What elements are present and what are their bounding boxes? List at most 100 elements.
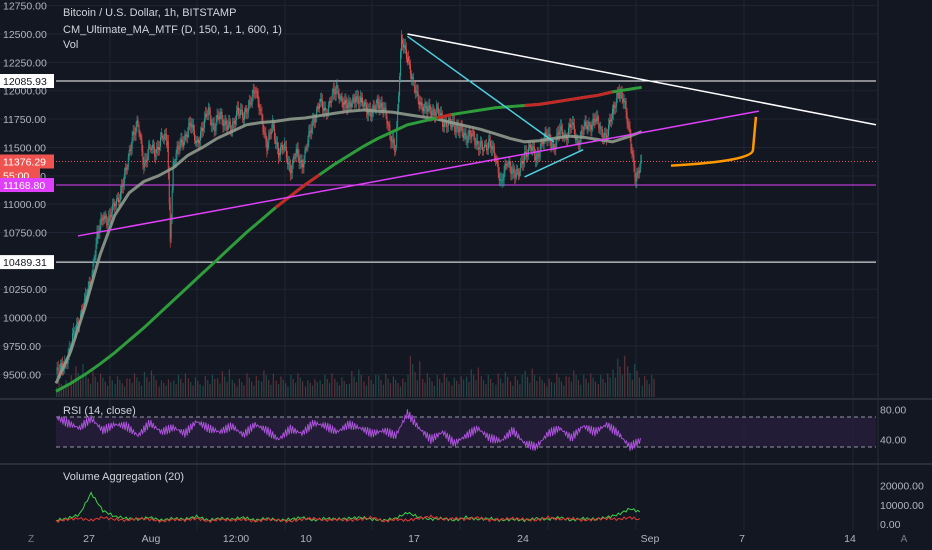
candle-body xyxy=(242,110,243,118)
volume-bar xyxy=(490,378,492,397)
candle-body xyxy=(402,39,403,44)
volume-bar xyxy=(143,372,146,397)
volume-bar xyxy=(167,379,170,397)
candle-body xyxy=(281,145,282,147)
volume-bar xyxy=(348,383,351,397)
candle-body xyxy=(345,99,347,104)
volume-bar xyxy=(319,380,321,397)
ma-indicator-label[interactable]: CM_Ultimate_MA_MTF (D, 150, 1, 1, 600, 1… xyxy=(63,24,282,37)
candle-body xyxy=(379,105,381,109)
candle-body xyxy=(207,107,209,116)
candle-body xyxy=(96,232,98,244)
volume-bar xyxy=(231,379,233,397)
volume-label[interactable]: Vol xyxy=(63,39,78,52)
candle-body xyxy=(364,102,365,107)
candle-body xyxy=(584,121,586,127)
candle-body xyxy=(266,141,268,151)
candle-body xyxy=(210,119,212,126)
candle-body xyxy=(127,157,129,168)
candle-body xyxy=(472,130,474,132)
candle-body xyxy=(248,100,250,105)
volume-bar xyxy=(360,374,362,397)
candle-body xyxy=(159,146,160,151)
candle-body xyxy=(234,120,236,125)
volume-bar xyxy=(136,377,138,397)
candle-body xyxy=(320,98,321,103)
candle-body xyxy=(596,116,598,122)
candle-body xyxy=(202,127,204,131)
volume-bar xyxy=(224,376,226,397)
y-tick-label: 12250.00 xyxy=(3,57,47,69)
candle-body xyxy=(58,370,60,372)
candle-body xyxy=(193,125,195,131)
volume-bar xyxy=(82,364,84,397)
timezone-icon[interactable]: Z xyxy=(28,534,34,545)
volume-bar xyxy=(190,382,192,397)
candle-body xyxy=(429,105,431,111)
volume-aggregation-title[interactable]: Volume Aggregation (20) xyxy=(63,471,184,484)
x-tick-label: 7 xyxy=(739,533,745,545)
candle-body xyxy=(497,163,499,174)
volume-bar xyxy=(177,374,180,397)
tradingview-chart[interactable]: 12750.0012500.0012250.0012000.0011750.00… xyxy=(0,0,932,550)
volume-bar xyxy=(228,369,230,397)
candle-body xyxy=(482,143,484,151)
candle-body xyxy=(209,109,211,120)
candle-body xyxy=(77,321,78,324)
candle-body xyxy=(589,124,591,126)
volume-bar xyxy=(580,384,582,397)
volume-bar xyxy=(492,382,494,397)
candle-body xyxy=(101,217,103,219)
candle-body xyxy=(423,106,425,112)
candle-body xyxy=(418,101,420,109)
candle-body xyxy=(349,102,351,108)
candle-body xyxy=(331,93,333,97)
volume-bar xyxy=(594,381,597,397)
candle-body xyxy=(129,150,131,152)
candle-body xyxy=(121,185,123,187)
candle-body xyxy=(595,119,597,122)
volume-bar xyxy=(194,377,197,397)
volume-bar xyxy=(290,374,292,397)
candle-body xyxy=(464,132,466,136)
volume-bar xyxy=(412,364,414,397)
candle-body xyxy=(247,104,249,113)
candle-body xyxy=(511,172,513,175)
volume-bar xyxy=(456,380,458,397)
volume-bar xyxy=(192,385,194,397)
candle-body xyxy=(571,122,573,125)
candle-body xyxy=(189,122,191,124)
volume-bar xyxy=(451,385,453,397)
volume-bar xyxy=(399,386,402,397)
volume-bar xyxy=(568,376,570,397)
volume-bar xyxy=(236,386,238,397)
candle-body xyxy=(403,43,404,48)
volume-bar xyxy=(482,380,485,397)
candle-body xyxy=(529,144,531,149)
candle-body xyxy=(480,141,482,148)
y-tick-label: 10000.00 xyxy=(3,313,47,325)
candle-body xyxy=(617,93,619,95)
volume-bar xyxy=(153,375,155,397)
volume-bar xyxy=(226,382,228,397)
volume-bar xyxy=(468,382,470,397)
candle-body xyxy=(531,146,533,151)
volume-bar xyxy=(638,377,640,397)
rsi-title[interactable]: RSI (14, close) xyxy=(63,405,136,418)
candle-body xyxy=(557,132,559,134)
volume-bar xyxy=(372,384,375,397)
volume-bar xyxy=(129,378,131,397)
candle-body xyxy=(301,160,303,167)
candle-body xyxy=(280,146,281,155)
volume-bar xyxy=(497,373,499,397)
candle-body xyxy=(413,85,415,88)
candle-body xyxy=(398,96,400,110)
candle-body xyxy=(162,138,164,140)
candle-body xyxy=(213,123,215,131)
y-tick-label: 10250.00 xyxy=(3,284,47,296)
candle-body xyxy=(151,149,153,151)
volume-bar xyxy=(382,384,385,397)
auto-scale-icon[interactable]: A xyxy=(901,534,908,545)
candle-body xyxy=(532,146,534,148)
candle-body xyxy=(363,104,364,107)
